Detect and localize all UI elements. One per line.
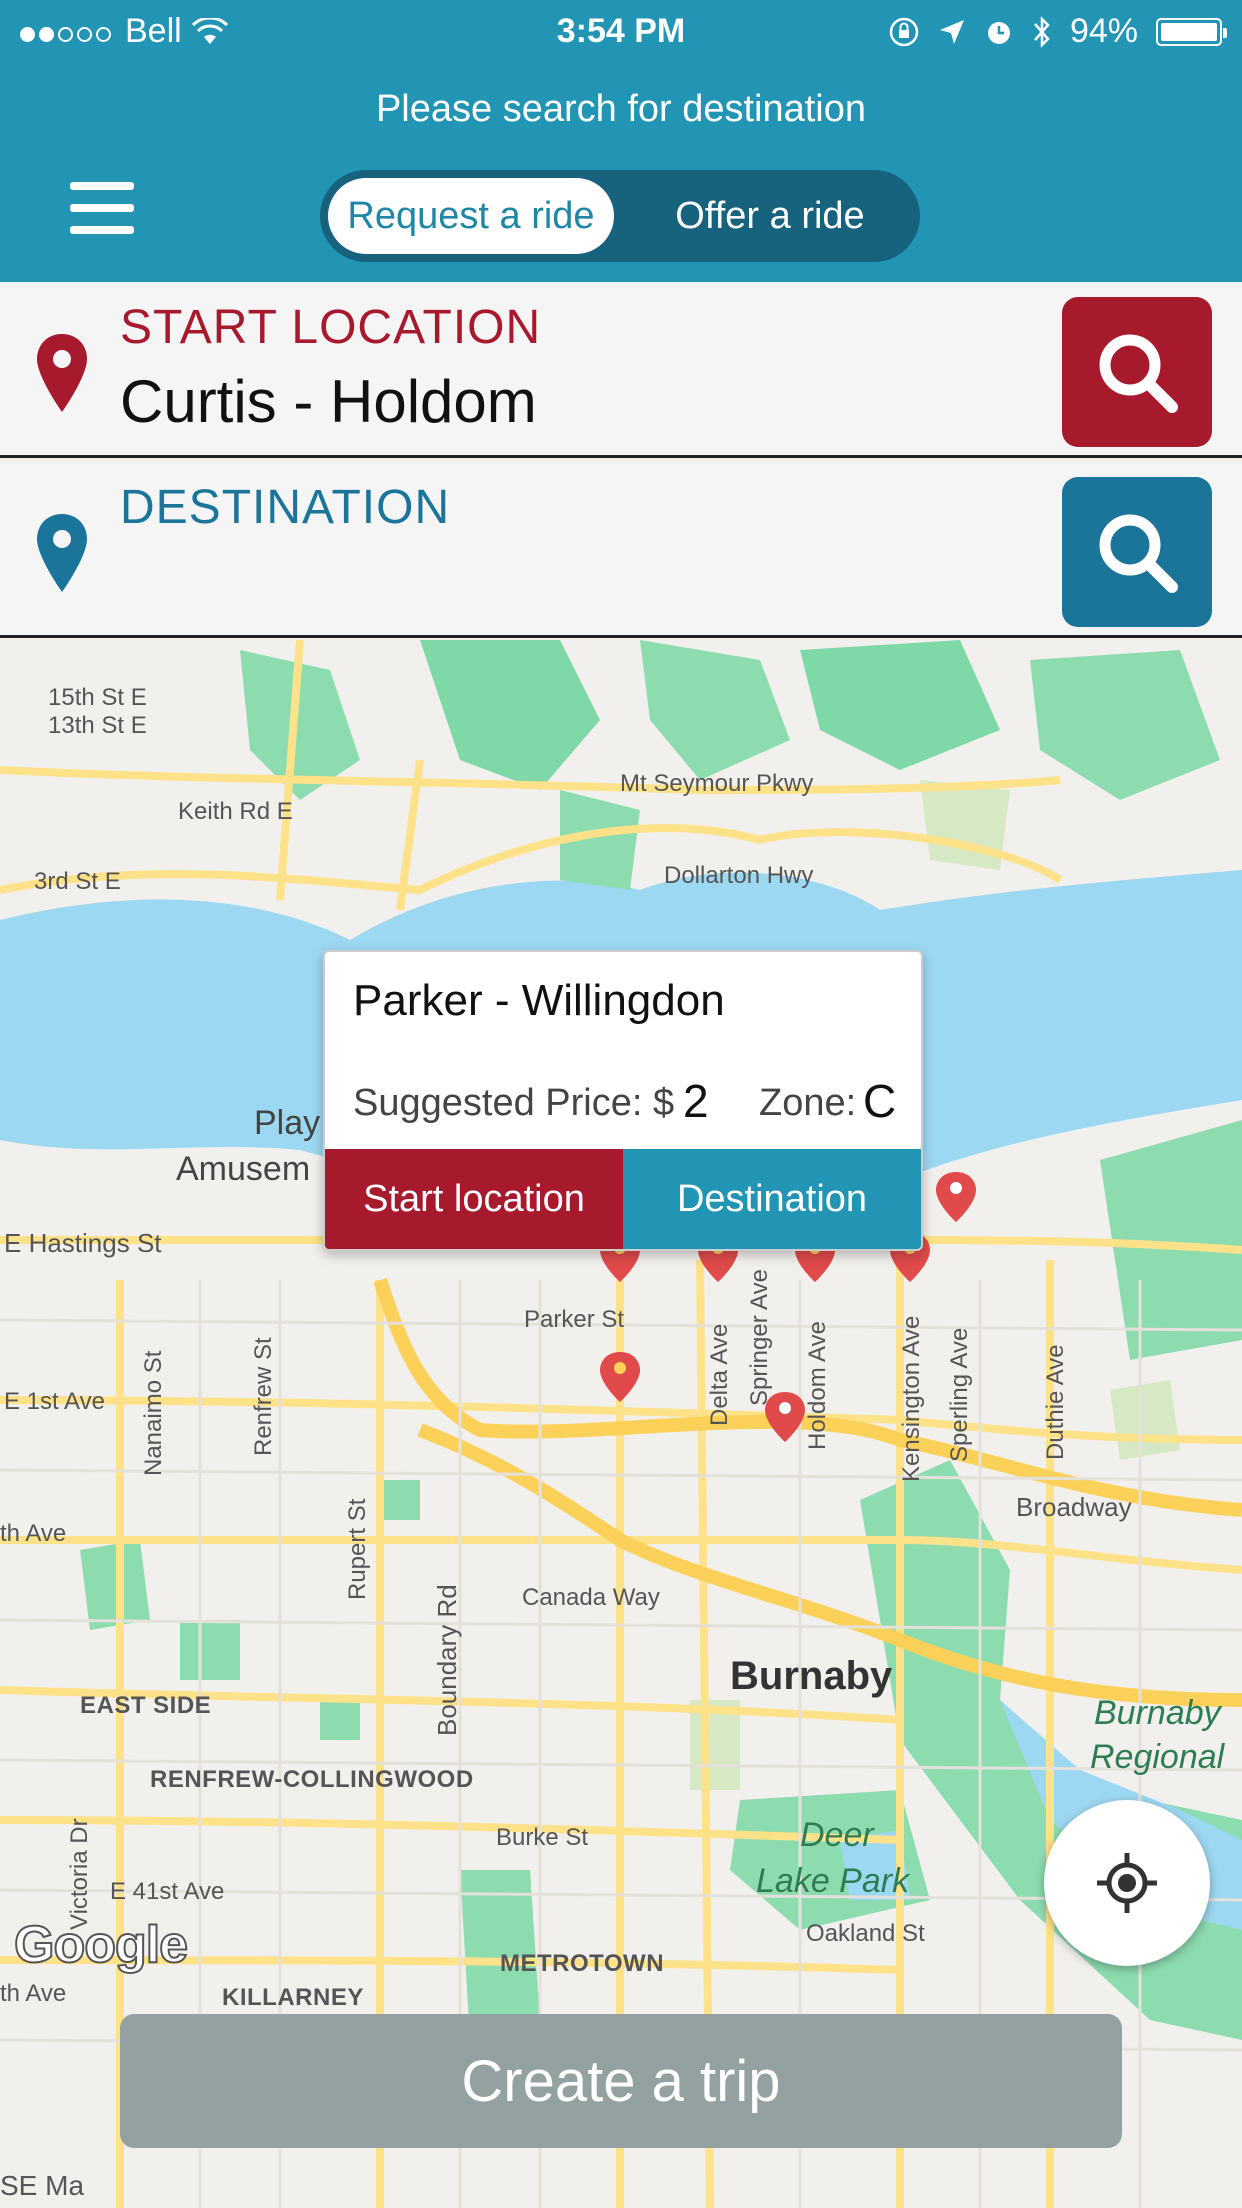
map-label: E Hastings St bbox=[4, 1228, 162, 1258]
map-label: 15th St E bbox=[48, 684, 147, 711]
map-label: Dollarton Hwy bbox=[664, 862, 814, 889]
destination-label: DESTINATION bbox=[120, 481, 451, 534]
destination-pin-icon bbox=[37, 514, 87, 592]
start-search-button[interactable] bbox=[1062, 297, 1212, 447]
map-label: KILLARNEY bbox=[222, 1984, 364, 2011]
battery-icon bbox=[1156, 17, 1227, 46]
google-logo: Google bbox=[13, 1915, 189, 1975]
map-label: RENFREW-COLLINGWOOD bbox=[150, 1766, 474, 1793]
map-label: Rupert St bbox=[344, 1498, 371, 1600]
location-arrow-icon bbox=[939, 19, 964, 44]
battery-percent: 94% bbox=[1069, 12, 1138, 50]
popup-title: Parker - Willingdon bbox=[353, 976, 725, 1025]
map-view[interactable]: 15th St E 13th St E Keith Rd E 3rd St E … bbox=[0, 640, 1242, 2208]
search-icon bbox=[1099, 514, 1178, 593]
status-right: 94% bbox=[888, 12, 1227, 51]
map-label: Springer Ave bbox=[746, 1269, 773, 1406]
start-location-label: START LOCATION bbox=[120, 301, 542, 354]
ride-mode-segment: Request a ride Offer a ride bbox=[320, 170, 920, 262]
menu-button[interactable] bbox=[70, 182, 134, 236]
request-ride-tab[interactable]: Request a ride bbox=[328, 178, 614, 254]
map-label: Parker St bbox=[524, 1306, 625, 1333]
start-location-row[interactable]: START LOCATION Curtis - Holdom bbox=[0, 282, 1242, 458]
my-location-button[interactable] bbox=[1044, 1800, 1210, 1966]
map-label: Duthie Ave bbox=[1042, 1344, 1069, 1460]
zone-label: Zone: bbox=[759, 1082, 857, 1124]
map-label: Mt Seymour Pkwy bbox=[620, 770, 814, 797]
map-label: Nanaimo St bbox=[140, 1350, 167, 1476]
map-label: Holdom Ave bbox=[804, 1321, 831, 1450]
destination-search-button[interactable] bbox=[1062, 477, 1212, 627]
offer-ride-tab[interactable]: Offer a ride bbox=[630, 178, 910, 254]
map-label: SE Ma bbox=[0, 2170, 85, 2201]
map-label: Boundary Rd bbox=[432, 1584, 462, 1736]
price-label: Suggested Price: $ bbox=[353, 1082, 675, 1124]
bluetooth-icon bbox=[1033, 15, 1050, 48]
price-value: 2 bbox=[683, 1075, 709, 1127]
map-label: Burke St bbox=[496, 1824, 589, 1851]
map-label: Keith Rd E bbox=[178, 798, 293, 825]
zone-value: C bbox=[863, 1075, 897, 1127]
menu-icon bbox=[70, 182, 134, 190]
map-label: Regional bbox=[1090, 1738, 1225, 1776]
location-popup: Parker - Willingdon Suggested Price: $ 2… bbox=[323, 950, 923, 1251]
map-label: Lake Park bbox=[756, 1862, 910, 1900]
set-destination-button[interactable]: Destination bbox=[623, 1149, 921, 1249]
map-label: 3rd St E bbox=[34, 868, 121, 895]
map-label: Broadway bbox=[1016, 1492, 1132, 1522]
map-label: Sperling Ave bbox=[946, 1327, 973, 1462]
start-location-value: Curtis - Holdom bbox=[120, 368, 537, 435]
map-label: EAST SIDE bbox=[80, 1692, 212, 1719]
create-trip-button[interactable]: Create a trip bbox=[120, 2014, 1122, 2148]
search-icon bbox=[1099, 334, 1178, 413]
rotation-lock-icon bbox=[889, 17, 919, 46]
destination-row[interactable]: DESTINATION bbox=[0, 462, 1242, 638]
map-label: Deer bbox=[800, 1816, 874, 1854]
map-label: E 1st Ave bbox=[4, 1388, 105, 1415]
alarm-icon bbox=[987, 21, 1010, 44]
map-label: Canada Way bbox=[522, 1584, 660, 1611]
set-start-location-button[interactable]: Start location bbox=[325, 1149, 623, 1249]
header-subtitle: Please search for destination bbox=[375, 88, 867, 130]
map-label: th Ave bbox=[0, 1520, 67, 1547]
crosshair-icon bbox=[1097, 1853, 1157, 1913]
map-label: Play bbox=[254, 1104, 321, 1142]
map-label: Oakland St bbox=[806, 1920, 925, 1947]
map-label: Burnaby bbox=[1094, 1694, 1221, 1732]
map-label: Delta Ave bbox=[706, 1323, 733, 1426]
map-label: Kensington Ave bbox=[898, 1315, 925, 1482]
app-header: Bell 3:54 PM 94% Please search for desti… bbox=[0, 0, 1242, 282]
start-pin-icon bbox=[37, 334, 87, 412]
map-label: Amusem bbox=[176, 1150, 311, 1188]
map-label: Renfrew St bbox=[250, 1337, 277, 1456]
map-label: 13th St E bbox=[48, 712, 147, 739]
map-label: Burnaby bbox=[730, 1654, 893, 1698]
status-bar: Bell 3:54 PM 94% bbox=[0, 0, 1242, 62]
map-label: E 41st Ave bbox=[110, 1878, 225, 1905]
map-label: METROTOWN bbox=[500, 1950, 665, 1977]
map-label: th Ave bbox=[0, 1980, 67, 2007]
map-label: Victoria Dr bbox=[66, 1818, 93, 1930]
